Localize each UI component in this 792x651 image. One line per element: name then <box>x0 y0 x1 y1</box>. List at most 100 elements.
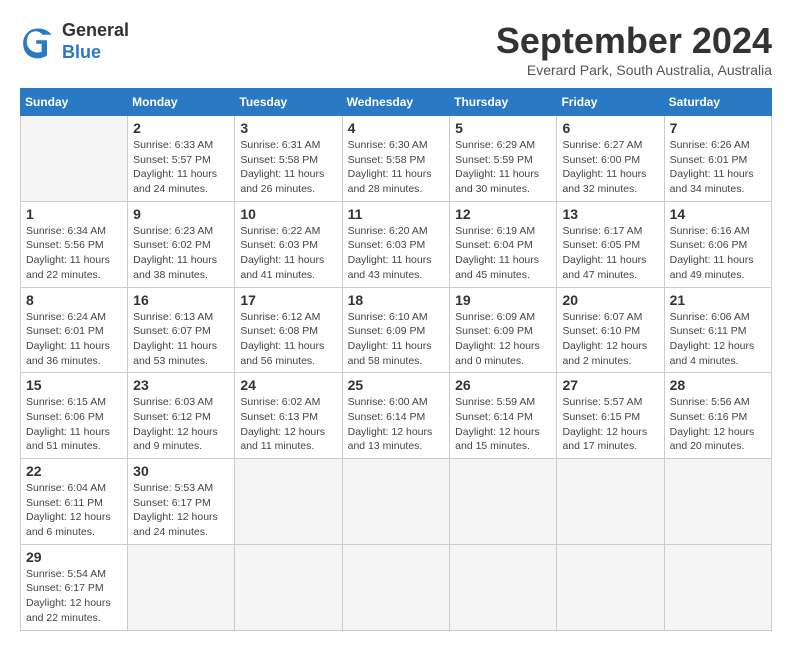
day-info: Sunrise: 5:53 AM Sunset: 6:17 PM Dayligh… <box>133 481 229 540</box>
day-header-thursday: Thursday <box>450 89 557 116</box>
calendar-cell: 16 Sunrise: 6:13 AM Sunset: 6:07 PM Dayl… <box>128 287 235 373</box>
calendar-cell: 7 Sunrise: 6:26 AM Sunset: 6:01 PM Dayli… <box>664 116 771 202</box>
calendar-cell: 1 Sunrise: 6:34 AM Sunset: 5:56 PM Dayli… <box>21 201 128 287</box>
page-header: General Blue September 2024 Everard Park… <box>20 20 772 78</box>
calendar-cell: 30 Sunrise: 5:53 AM Sunset: 6:17 PM Dayl… <box>128 459 235 545</box>
day-number: 13 <box>562 206 658 222</box>
day-info: Sunrise: 6:16 AM Sunset: 6:06 PM Dayligh… <box>670 224 766 283</box>
day-number: 19 <box>455 292 551 308</box>
calendar-cell: 3 Sunrise: 6:31 AM Sunset: 5:58 PM Dayli… <box>235 116 342 202</box>
calendar-cell: 28 Sunrise: 5:56 AM Sunset: 6:16 PM Dayl… <box>664 373 771 459</box>
day-info: Sunrise: 6:20 AM Sunset: 6:03 PM Dayligh… <box>348 224 445 283</box>
day-number: 25 <box>348 377 445 393</box>
calendar-cell <box>342 459 450 545</box>
day-number: 16 <box>133 292 229 308</box>
calendar-cell: 19 Sunrise: 6:09 AM Sunset: 6:09 PM Dayl… <box>450 287 557 373</box>
calendar-cell: 12 Sunrise: 6:19 AM Sunset: 6:04 PM Dayl… <box>450 201 557 287</box>
calendar-cell: 22 Sunrise: 6:04 AM Sunset: 6:11 PM Dayl… <box>21 459 128 545</box>
calendar-cell: 10 Sunrise: 6:22 AM Sunset: 6:03 PM Dayl… <box>235 201 342 287</box>
day-header-sunday: Sunday <box>21 89 128 116</box>
day-number: 22 <box>26 463 122 479</box>
day-info: Sunrise: 6:27 AM Sunset: 6:00 PM Dayligh… <box>562 138 658 197</box>
day-number: 4 <box>348 120 445 136</box>
day-number: 15 <box>26 377 122 393</box>
calendar-cell: 4 Sunrise: 6:30 AM Sunset: 5:58 PM Dayli… <box>342 116 450 202</box>
calendar-week-3: 8 Sunrise: 6:24 AM Sunset: 6:01 PM Dayli… <box>21 287 772 373</box>
day-info: Sunrise: 6:00 AM Sunset: 6:14 PM Dayligh… <box>348 395 445 454</box>
day-number: 21 <box>670 292 766 308</box>
calendar-cell <box>664 544 771 630</box>
day-info: Sunrise: 5:54 AM Sunset: 6:17 PM Dayligh… <box>26 567 122 626</box>
day-number: 27 <box>562 377 658 393</box>
calendar-cell <box>450 544 557 630</box>
day-header-saturday: Saturday <box>664 89 771 116</box>
day-number: 7 <box>670 120 766 136</box>
day-number: 24 <box>240 377 336 393</box>
logo: General Blue <box>20 20 129 63</box>
day-number: 1 <box>26 206 122 222</box>
day-number: 10 <box>240 206 336 222</box>
day-number: 3 <box>240 120 336 136</box>
calendar-week-4: 15 Sunrise: 6:15 AM Sunset: 6:06 PM Dayl… <box>21 373 772 459</box>
day-number: 30 <box>133 463 229 479</box>
calendar-cell: 23 Sunrise: 6:03 AM Sunset: 6:12 PM Dayl… <box>128 373 235 459</box>
calendar-cell: 18 Sunrise: 6:10 AM Sunset: 6:09 PM Dayl… <box>342 287 450 373</box>
day-number: 18 <box>348 292 445 308</box>
calendar-cell: 9 Sunrise: 6:23 AM Sunset: 6:02 PM Dayli… <box>128 201 235 287</box>
day-header-friday: Friday <box>557 89 664 116</box>
calendar-cell: 29 Sunrise: 5:54 AM Sunset: 6:17 PM Dayl… <box>21 544 128 630</box>
day-number: 12 <box>455 206 551 222</box>
calendar-cell: 15 Sunrise: 6:15 AM Sunset: 6:06 PM Dayl… <box>21 373 128 459</box>
day-info: Sunrise: 6:04 AM Sunset: 6:11 PM Dayligh… <box>26 481 122 540</box>
day-number: 14 <box>670 206 766 222</box>
day-header-monday: Monday <box>128 89 235 116</box>
day-info: Sunrise: 6:23 AM Sunset: 6:02 PM Dayligh… <box>133 224 229 283</box>
month-title: September 2024 <box>496 20 772 62</box>
day-header-tuesday: Tuesday <box>235 89 342 116</box>
calendar-cell <box>342 544 450 630</box>
calendar-cell: 21 Sunrise: 6:06 AM Sunset: 6:11 PM Dayl… <box>664 287 771 373</box>
day-info: Sunrise: 5:59 AM Sunset: 6:14 PM Dayligh… <box>455 395 551 454</box>
calendar-cell <box>235 459 342 545</box>
day-number: 17 <box>240 292 336 308</box>
day-info: Sunrise: 6:17 AM Sunset: 6:05 PM Dayligh… <box>562 224 658 283</box>
calendar-cell <box>21 116 128 202</box>
day-number: 8 <box>26 292 122 308</box>
day-info: Sunrise: 6:33 AM Sunset: 5:57 PM Dayligh… <box>133 138 229 197</box>
day-info: Sunrise: 6:03 AM Sunset: 6:12 PM Dayligh… <box>133 395 229 454</box>
calendar-week-6: 29 Sunrise: 5:54 AM Sunset: 6:17 PM Dayl… <box>21 544 772 630</box>
calendar-cell: 17 Sunrise: 6:12 AM Sunset: 6:08 PM Dayl… <box>235 287 342 373</box>
calendar-week-2: 1 Sunrise: 6:34 AM Sunset: 5:56 PM Dayli… <box>21 201 772 287</box>
logo-text: General Blue <box>62 20 129 63</box>
day-info: Sunrise: 6:15 AM Sunset: 6:06 PM Dayligh… <box>26 395 122 454</box>
location: Everard Park, South Australia, Australia <box>496 62 772 78</box>
day-info: Sunrise: 5:57 AM Sunset: 6:15 PM Dayligh… <box>562 395 658 454</box>
day-number: 6 <box>562 120 658 136</box>
day-number: 29 <box>26 549 122 565</box>
day-number: 2 <box>133 120 229 136</box>
day-info: Sunrise: 6:34 AM Sunset: 5:56 PM Dayligh… <box>26 224 122 283</box>
day-number: 5 <box>455 120 551 136</box>
day-number: 23 <box>133 377 229 393</box>
day-info: Sunrise: 6:19 AM Sunset: 6:04 PM Dayligh… <box>455 224 551 283</box>
day-header-wednesday: Wednesday <box>342 89 450 116</box>
calendar-cell <box>664 459 771 545</box>
calendar-cell: 13 Sunrise: 6:17 AM Sunset: 6:05 PM Dayl… <box>557 201 664 287</box>
calendar-cell <box>128 544 235 630</box>
day-info: Sunrise: 6:06 AM Sunset: 6:11 PM Dayligh… <box>670 310 766 369</box>
day-info: Sunrise: 6:29 AM Sunset: 5:59 PM Dayligh… <box>455 138 551 197</box>
calendar-cell: 20 Sunrise: 6:07 AM Sunset: 6:10 PM Dayl… <box>557 287 664 373</box>
calendar-cell: 11 Sunrise: 6:20 AM Sunset: 6:03 PM Dayl… <box>342 201 450 287</box>
day-info: Sunrise: 6:30 AM Sunset: 5:58 PM Dayligh… <box>348 138 445 197</box>
calendar-cell <box>557 459 664 545</box>
calendar-cell: 14 Sunrise: 6:16 AM Sunset: 6:06 PM Dayl… <box>664 201 771 287</box>
day-info: Sunrise: 6:12 AM Sunset: 6:08 PM Dayligh… <box>240 310 336 369</box>
title-block: September 2024 Everard Park, South Austr… <box>496 20 772 78</box>
day-number: 20 <box>562 292 658 308</box>
calendar-table: SundayMondayTuesdayWednesdayThursdayFrid… <box>20 88 772 631</box>
day-number: 26 <box>455 377 551 393</box>
calendar-cell: 26 Sunrise: 5:59 AM Sunset: 6:14 PM Dayl… <box>450 373 557 459</box>
day-info: Sunrise: 6:26 AM Sunset: 6:01 PM Dayligh… <box>670 138 766 197</box>
day-info: Sunrise: 6:10 AM Sunset: 6:09 PM Dayligh… <box>348 310 445 369</box>
calendar-cell: 25 Sunrise: 6:00 AM Sunset: 6:14 PM Dayl… <box>342 373 450 459</box>
